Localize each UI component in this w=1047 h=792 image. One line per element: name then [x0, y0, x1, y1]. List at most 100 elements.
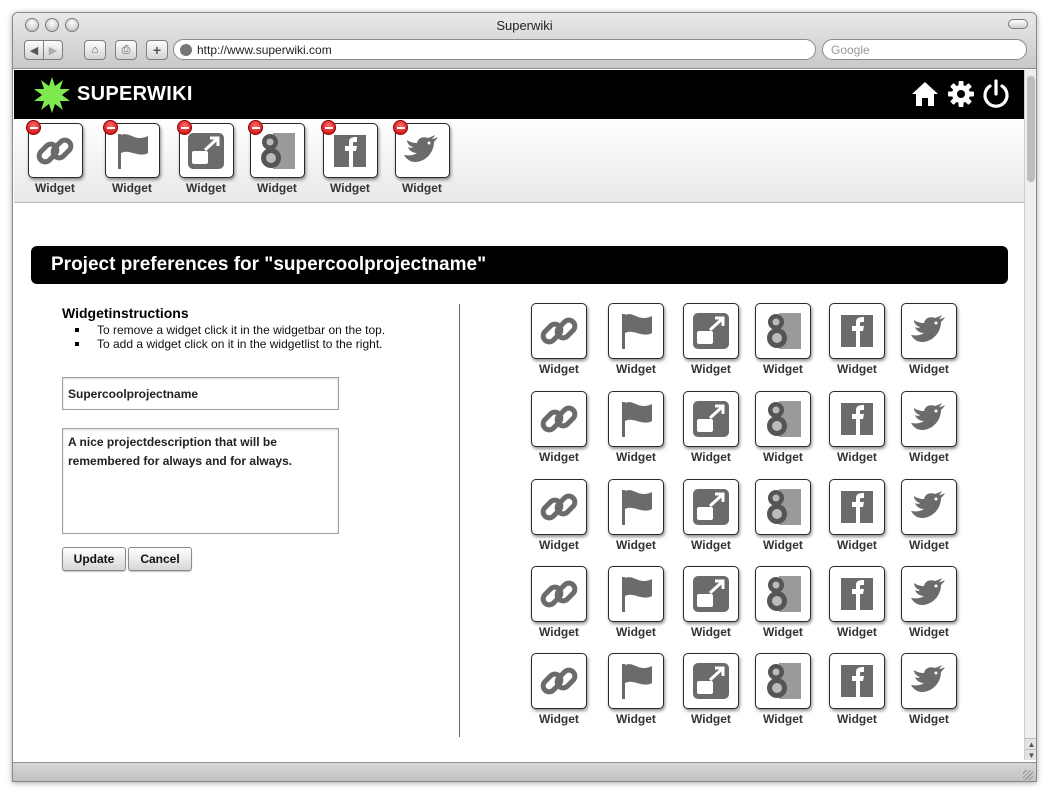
remove-widget-icon[interactable]	[25, 120, 41, 135]
widget-list-item[interactable]: Widget	[751, 479, 815, 552]
widget-list-item[interactable]: Widget	[825, 653, 889, 726]
widget-tile[interactable]	[392, 120, 450, 178]
widget-list-item[interactable]: Widget	[679, 566, 743, 639]
widget-list-item[interactable]: Widget	[751, 303, 815, 376]
widget-list-item[interactable]: Widget	[679, 303, 743, 376]
search-field[interactable]: Google	[822, 39, 1027, 60]
remove-widget-icon[interactable]	[176, 120, 192, 135]
widget-list-item[interactable]: Widget	[527, 303, 591, 376]
resize-grip-icon[interactable]	[1023, 770, 1033, 780]
remove-widget-icon[interactable]	[102, 120, 118, 135]
widgetbar-item[interactable]: Widget	[247, 120, 307, 195]
scroll-down-arrow[interactable]: ▼	[1025, 749, 1036, 760]
widget-list-item[interactable]: Widget	[527, 391, 591, 464]
widgetbar-item[interactable]: Widget	[25, 120, 85, 195]
widget-tile[interactable]	[829, 479, 885, 535]
power-icon[interactable]	[981, 79, 1011, 109]
widget-tile[interactable]	[755, 653, 811, 709]
widget-list-item[interactable]: Widget	[679, 391, 743, 464]
widget-tile[interactable]	[829, 566, 885, 622]
widget-tile[interactable]	[755, 479, 811, 535]
widget-tile[interactable]	[608, 391, 664, 447]
project-name-input[interactable]	[62, 377, 339, 410]
widget-list-item[interactable]: Widget	[604, 479, 668, 552]
toolbar-toggle-button[interactable]	[1008, 19, 1028, 29]
widget-tile[interactable]	[755, 391, 811, 447]
widget-tile[interactable]	[320, 120, 378, 178]
widget-tile[interactable]	[829, 653, 885, 709]
gear-icon[interactable]	[946, 79, 976, 109]
add-bookmark-button[interactable]: +	[146, 40, 168, 60]
widget-list-item[interactable]: Widget	[527, 479, 591, 552]
print-button[interactable]: ⎙	[115, 40, 137, 60]
widget-list-item[interactable]: Widget	[751, 653, 815, 726]
widget-tile[interactable]	[829, 303, 885, 359]
widget-list-item[interactable]: Widget	[604, 566, 668, 639]
widget-tile[interactable]	[608, 479, 664, 535]
remove-widget-icon[interactable]	[392, 120, 408, 135]
widget-tile[interactable]	[531, 391, 587, 447]
widgetbar-item[interactable]: Widget	[392, 120, 452, 195]
widget-list-item[interactable]: Widget	[825, 479, 889, 552]
widget-tile[interactable]	[755, 303, 811, 359]
widget-list-item[interactable]: Widget	[527, 566, 591, 639]
address-bar[interactable]: http://www.superwiki.com	[173, 39, 816, 60]
widget-tile[interactable]	[901, 391, 957, 447]
widget-list-item[interactable]: Widget	[897, 479, 961, 552]
widget-tile[interactable]	[683, 391, 739, 447]
widget-tile[interactable]	[531, 303, 587, 359]
remove-widget-icon[interactable]	[320, 120, 336, 135]
widget-list-item[interactable]: Widget	[825, 391, 889, 464]
widget-tile[interactable]	[683, 653, 739, 709]
update-button[interactable]: Update	[62, 547, 126, 571]
widget-tile[interactable]	[829, 391, 885, 447]
scroll-up-arrow[interactable]: ▲	[1025, 738, 1036, 749]
cancel-button[interactable]: Cancel	[128, 547, 192, 571]
widget-list-item[interactable]: Widget	[825, 303, 889, 376]
widget-tile[interactable]	[608, 653, 664, 709]
widget-tile[interactable]	[176, 120, 234, 178]
page-title: Project preferences for "supercoolprojec…	[31, 246, 1008, 284]
widget-tile[interactable]	[901, 653, 957, 709]
widget-tile[interactable]	[901, 566, 957, 622]
widget-list-item[interactable]: Widget	[604, 391, 668, 464]
back-button[interactable]: ◀	[24, 40, 44, 60]
widget-list-item[interactable]: Widget	[825, 566, 889, 639]
vertical-scrollbar[interactable]: ▲ ▼	[1024, 70, 1036, 760]
widget-list-item[interactable]: Widget	[679, 479, 743, 552]
forward-button[interactable]: ▶	[43, 40, 63, 60]
widget-tile[interactable]	[531, 566, 587, 622]
widget-tile[interactable]	[683, 566, 739, 622]
home-button[interactable]: ⌂	[84, 40, 106, 60]
project-description-textarea[interactable]: A nice projectdescription that will be r…	[62, 428, 339, 534]
widget-tile[interactable]	[683, 303, 739, 359]
widget-tile[interactable]	[531, 479, 587, 535]
widget-tile[interactable]	[608, 566, 664, 622]
widget-tile[interactable]	[683, 479, 739, 535]
widget-tile[interactable]	[531, 653, 587, 709]
widget-list-item[interactable]: Widget	[604, 303, 668, 376]
widget-list-item[interactable]: Widget	[679, 653, 743, 726]
widget-tile[interactable]	[755, 566, 811, 622]
instructions-title: Widgetinstructions	[62, 305, 189, 321]
widget-tile[interactable]	[25, 120, 83, 178]
remove-widget-icon[interactable]	[247, 120, 263, 135]
home-icon[interactable]	[910, 79, 940, 109]
widget-list-item[interactable]: Widget	[897, 391, 961, 464]
widget-list-item[interactable]: Widget	[897, 653, 961, 726]
widget-list-item[interactable]: Widget	[604, 653, 668, 726]
widget-list-item[interactable]: Widget	[751, 566, 815, 639]
widget-list-item[interactable]: Widget	[897, 303, 961, 376]
widget-tile[interactable]	[901, 479, 957, 535]
widgetbar-item[interactable]: Widget	[102, 120, 162, 195]
scroll-thumb[interactable]	[1027, 76, 1035, 182]
widget-tile[interactable]	[102, 120, 160, 178]
widget-tile[interactable]	[901, 303, 957, 359]
widget-tile[interactable]	[608, 303, 664, 359]
widgetbar-item[interactable]: Widget	[320, 120, 380, 195]
widget-list-item[interactable]: Widget	[751, 391, 815, 464]
widget-list-item[interactable]: Widget	[897, 566, 961, 639]
widget-list-item[interactable]: Widget	[527, 653, 591, 726]
widgetbar-item[interactable]: Widget	[176, 120, 236, 195]
widget-tile[interactable]	[247, 120, 305, 178]
